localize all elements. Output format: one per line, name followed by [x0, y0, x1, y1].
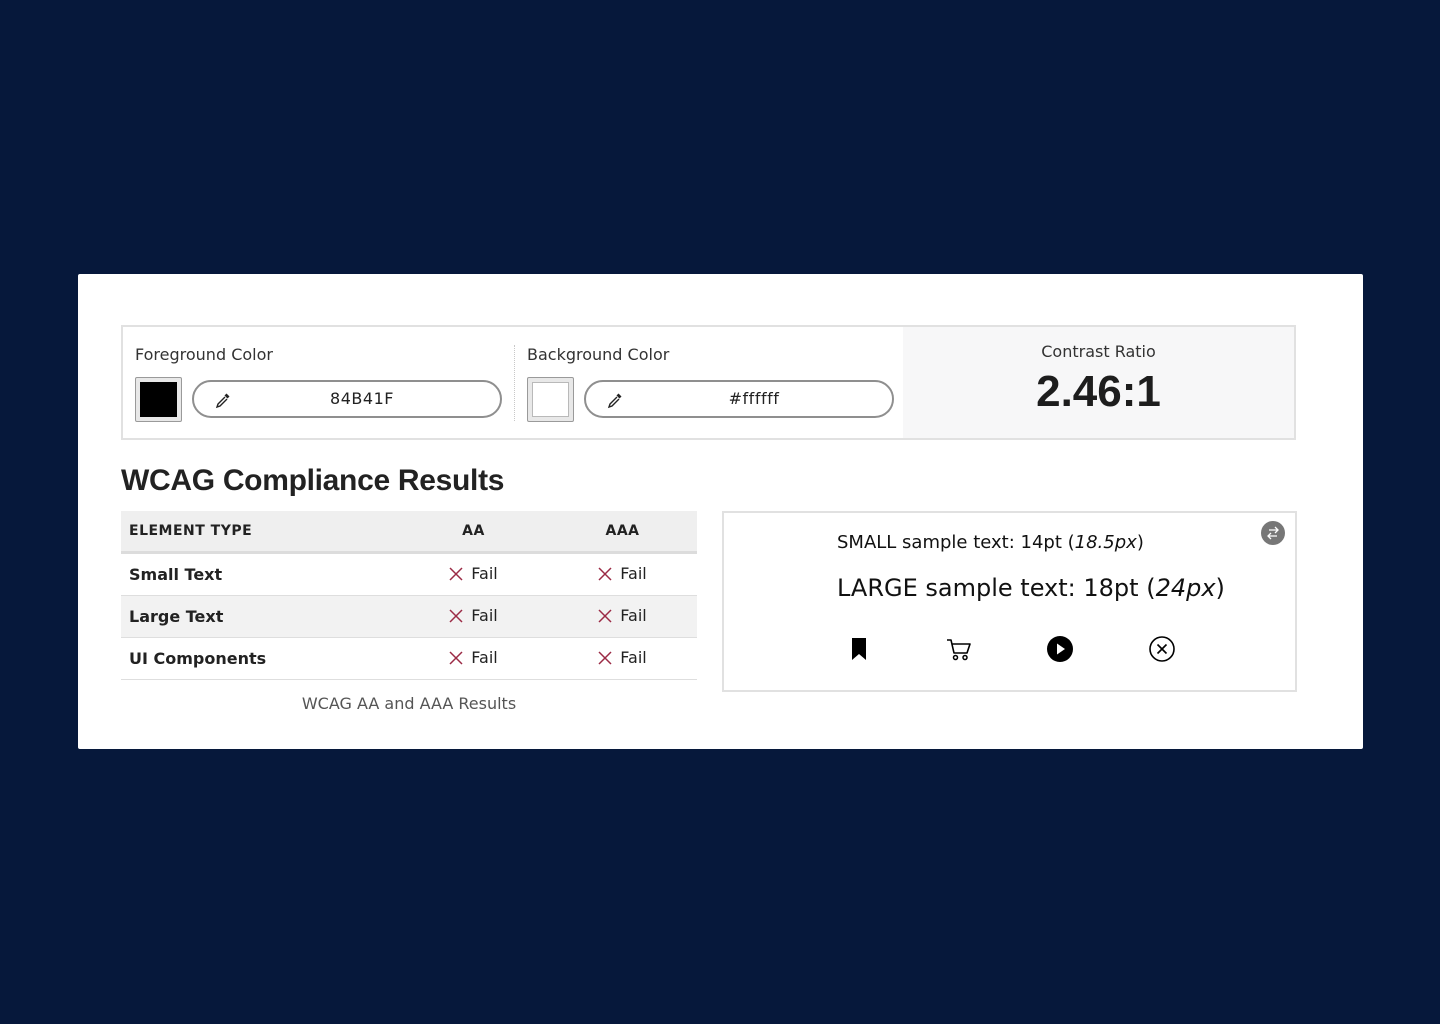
small-sample-suffix: ): [1136, 532, 1144, 553]
sample-preview-box: SMALL sample text: 14pt (18.5px) LARGE s…: [722, 511, 1297, 692]
aa-result: Fail: [399, 637, 548, 680]
large-sample-px: 24px: [1155, 574, 1216, 602]
small-sample-text: SMALL sample text: 14pt (18.5px): [837, 532, 1144, 553]
eyedropper-icon[interactable]: [606, 391, 624, 409]
table-row: UI Components Fail Fail: [121, 637, 697, 680]
background-color-group: Background Color #ffffff: [527, 327, 907, 438]
aaa-result-text: Fail: [620, 564, 647, 584]
aaa-result: Fail: [548, 595, 697, 638]
swap-icon: [1267, 526, 1279, 540]
foreground-swatch[interactable]: [135, 377, 182, 422]
fail-x-icon: [598, 567, 612, 581]
fail-x-icon: [598, 609, 612, 623]
table-row: Large Text Fail Fail: [121, 595, 697, 638]
foreground-color-group: Foreground Color 84B41F: [135, 327, 515, 438]
large-sample-suffix: ): [1215, 574, 1225, 602]
aaa-result-text: Fail: [620, 648, 647, 668]
foreground-swatch-fill: [140, 382, 177, 417]
large-sample-text: LARGE sample text: 18pt (24px): [837, 574, 1225, 602]
aa-result: Fail: [399, 552, 548, 596]
table-row: Small Text Fail Fail: [121, 552, 697, 596]
background-swatch[interactable]: [527, 377, 574, 422]
foreground-color-label: Foreground Color: [135, 345, 273, 364]
row-label: Small Text: [121, 552, 399, 596]
aaa-result: Fail: [548, 552, 697, 596]
contrast-ratio-box: Contrast Ratio 2.46:1: [903, 327, 1294, 438]
fail-x-icon: [449, 567, 463, 581]
aa-result-text: Fail: [471, 648, 498, 668]
aa-result-text: Fail: [471, 606, 498, 626]
results-table: ELEMENT TYPE AA AAA Small Text Fail Fail…: [121, 511, 697, 680]
background-hex-field[interactable]: #ffffff: [584, 380, 894, 418]
fail-x-icon: [449, 651, 463, 665]
swap-colors-button[interactable]: [1261, 521, 1285, 545]
column-header-aa: AA: [399, 511, 548, 554]
small-sample-prefix: SMALL sample text: 14pt (: [837, 532, 1075, 553]
row-label: UI Components: [121, 637, 399, 680]
small-sample-px: 18.5px: [1074, 532, 1137, 553]
results-heading: WCAG Compliance Results: [121, 464, 505, 497]
column-header-element-type: ELEMENT TYPE: [121, 511, 399, 554]
column-header-aaa: AAA: [548, 511, 697, 554]
color-picker-panel: Foreground Color 84B41F Background Color: [121, 325, 1296, 440]
aaa-result: Fail: [548, 637, 697, 680]
aa-result: Fail: [399, 595, 548, 638]
group-divider: [514, 345, 515, 421]
table-caption: WCAG AA and AAA Results: [301, 694, 517, 713]
contrast-ratio-value: 2.46:1: [1036, 367, 1161, 416]
play-circle-icon: [1047, 636, 1073, 662]
fail-x-icon: [598, 651, 612, 665]
background-hex-value[interactable]: #ffffff: [626, 382, 882, 416]
eyedropper-icon[interactable]: [214, 391, 232, 409]
background-swatch-fill: [532, 382, 569, 417]
aaa-result-text: Fail: [620, 606, 647, 626]
aa-result-text: Fail: [471, 564, 498, 584]
foreground-hex-value[interactable]: 84B41F: [234, 382, 490, 416]
contrast-ratio-label: Contrast Ratio: [1041, 342, 1156, 361]
cart-icon: [947, 639, 971, 661]
close-circle-icon: [1149, 636, 1175, 662]
large-sample-prefix: LARGE sample text: 18pt (: [837, 574, 1156, 602]
background-color-label: Background Color: [527, 345, 670, 364]
bookmark-icon: [852, 638, 866, 660]
row-label: Large Text: [121, 595, 399, 638]
fail-x-icon: [449, 609, 463, 623]
contrast-checker-card: Foreground Color 84B41F Background Color: [78, 274, 1363, 749]
table-header-row: ELEMENT TYPE AA AAA: [121, 511, 697, 554]
foreground-hex-field[interactable]: 84B41F: [192, 380, 502, 418]
